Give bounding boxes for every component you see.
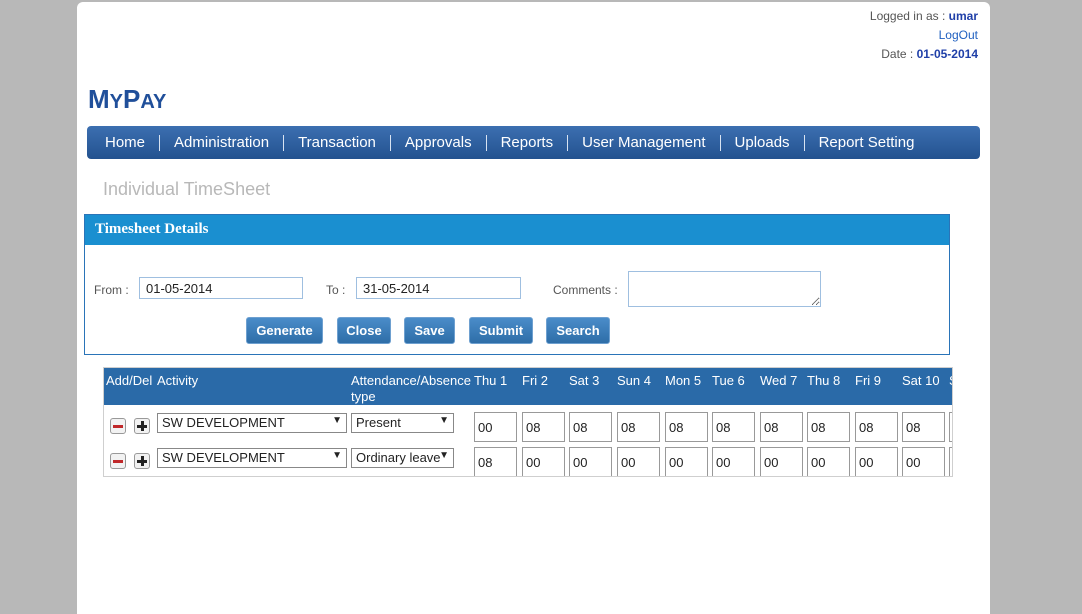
from-date-input[interactable] bbox=[139, 277, 303, 299]
save-button[interactable]: Save bbox=[404, 317, 455, 344]
hours-input[interactable] bbox=[760, 412, 803, 442]
dropdown-arrow-icon: ▼ bbox=[332, 450, 342, 461]
nav-home[interactable]: Home bbox=[91, 134, 161, 151]
hours-input[interactable] bbox=[617, 447, 660, 476]
nav-reports[interactable]: Reports bbox=[487, 134, 569, 151]
nav-administration[interactable]: Administration bbox=[160, 134, 285, 151]
header-attendance: Attendance/Absence type bbox=[351, 373, 471, 404]
dropdown-arrow-icon: ▼ bbox=[439, 450, 449, 461]
plus-icon bbox=[137, 456, 147, 466]
timesheet-details-panel: Timesheet Details From : To : Comments :… bbox=[84, 214, 950, 355]
hours-input-partial[interactable] bbox=[949, 412, 952, 442]
hours-input[interactable] bbox=[569, 412, 612, 442]
activity-select[interactable]: SW DEVELOPMENT ▼ bbox=[157, 413, 347, 433]
nav-user-management[interactable]: User Management bbox=[568, 134, 721, 151]
hours-input[interactable] bbox=[807, 412, 850, 442]
nav-approvals[interactable]: Approvals bbox=[391, 134, 487, 151]
activity-select[interactable]: SW DEVELOPMENT ▼ bbox=[157, 448, 347, 468]
hours-input[interactable] bbox=[617, 412, 660, 442]
mypay-logo: MYPAY bbox=[88, 84, 167, 114]
panel-title: Timesheet Details bbox=[85, 215, 949, 245]
minus-icon bbox=[113, 459, 123, 463]
header-day: Mon 5 bbox=[665, 373, 702, 388]
hours-input[interactable] bbox=[902, 447, 945, 476]
header-day: Sat 10 bbox=[902, 373, 940, 388]
dropdown-arrow-icon: ▼ bbox=[332, 415, 342, 426]
logged-in-label: Logged in as : bbox=[869, 9, 946, 23]
close-button[interactable]: Close bbox=[337, 317, 391, 344]
hours-input[interactable] bbox=[855, 447, 898, 476]
attendance-select[interactable]: Present ▼ bbox=[351, 413, 454, 433]
from-label: From : bbox=[94, 283, 129, 297]
to-date-input[interactable] bbox=[356, 277, 521, 299]
username: umar bbox=[948, 9, 978, 23]
hours-input[interactable] bbox=[522, 412, 565, 442]
remove-row-button[interactable] bbox=[110, 418, 126, 434]
hours-input[interactable] bbox=[807, 447, 850, 476]
search-button[interactable]: Search bbox=[546, 317, 610, 344]
date-line: Date : 01-05-2014 bbox=[870, 45, 978, 64]
logged-in-line: Logged in as : umar bbox=[870, 7, 978, 26]
header-day: Thu 8 bbox=[807, 373, 841, 388]
main-nav: Home Administration Transaction Approval… bbox=[87, 126, 980, 159]
nav-transaction[interactable]: Transaction bbox=[284, 134, 391, 151]
submit-button[interactable]: Submit bbox=[469, 317, 533, 344]
minus-icon bbox=[113, 424, 123, 428]
hours-input[interactable] bbox=[712, 447, 755, 476]
table-row: SW DEVELOPMENT ▼ Present ▼ bbox=[104, 408, 952, 444]
page-title: Individual TimeSheet bbox=[103, 179, 271, 199]
header-day: S bbox=[949, 373, 952, 389]
page-container: Logged in as : umar LogOut Date : 01-05-… bbox=[77, 2, 990, 614]
date-label: Date : bbox=[881, 47, 914, 61]
comments-label: Comments : bbox=[553, 283, 618, 297]
header-day: Wed 7 bbox=[760, 373, 798, 388]
plus-icon bbox=[137, 421, 147, 431]
hours-input[interactable] bbox=[665, 447, 708, 476]
current-date: 01-05-2014 bbox=[916, 47, 978, 61]
timesheet-grid: Add/Del Activity Attendance/Absence type … bbox=[103, 367, 953, 477]
remove-row-button[interactable] bbox=[110, 453, 126, 469]
header-day: Fri 9 bbox=[855, 373, 881, 388]
logout-link[interactable]: LogOut bbox=[939, 28, 978, 42]
hours-input[interactable] bbox=[902, 412, 945, 442]
header-day: Thu 1 bbox=[474, 373, 508, 388]
nav-uploads[interactable]: Uploads bbox=[721, 134, 805, 151]
header-day: Tue 6 bbox=[712, 373, 745, 388]
header-add-del: Add/Del bbox=[106, 373, 153, 388]
hours-input[interactable] bbox=[474, 412, 517, 442]
hours-input[interactable] bbox=[522, 447, 565, 476]
comments-textarea[interactable] bbox=[628, 271, 821, 307]
session-info: Logged in as : umar LogOut Date : 01-05-… bbox=[870, 7, 978, 64]
dropdown-arrow-icon: ▼ bbox=[439, 415, 449, 426]
add-row-button[interactable] bbox=[134, 418, 150, 434]
header-day: Sun 4 bbox=[617, 373, 651, 388]
add-row-button[interactable] bbox=[134, 453, 150, 469]
generate-button[interactable]: Generate bbox=[246, 317, 323, 344]
attendance-select[interactable]: Ordinary leave ▼ bbox=[351, 448, 454, 468]
to-label: To : bbox=[326, 283, 346, 297]
nav-report-setting[interactable]: Report Setting bbox=[805, 134, 929, 151]
header-activity: Activity bbox=[157, 373, 199, 388]
hours-input[interactable] bbox=[712, 412, 755, 442]
header-day: Sat 3 bbox=[569, 373, 600, 388]
grid-header: Add/Del Activity Attendance/Absence type … bbox=[104, 368, 952, 405]
hours-input[interactable] bbox=[760, 447, 803, 476]
table-row: SW DEVELOPMENT ▼ Ordinary leave ▼ bbox=[104, 443, 952, 476]
hours-input[interactable] bbox=[474, 447, 517, 476]
header-day: Fri 2 bbox=[522, 373, 548, 388]
hours-input[interactable] bbox=[665, 412, 708, 442]
hours-input-partial[interactable] bbox=[949, 447, 952, 476]
hours-input[interactable] bbox=[855, 412, 898, 442]
hours-input[interactable] bbox=[569, 447, 612, 476]
